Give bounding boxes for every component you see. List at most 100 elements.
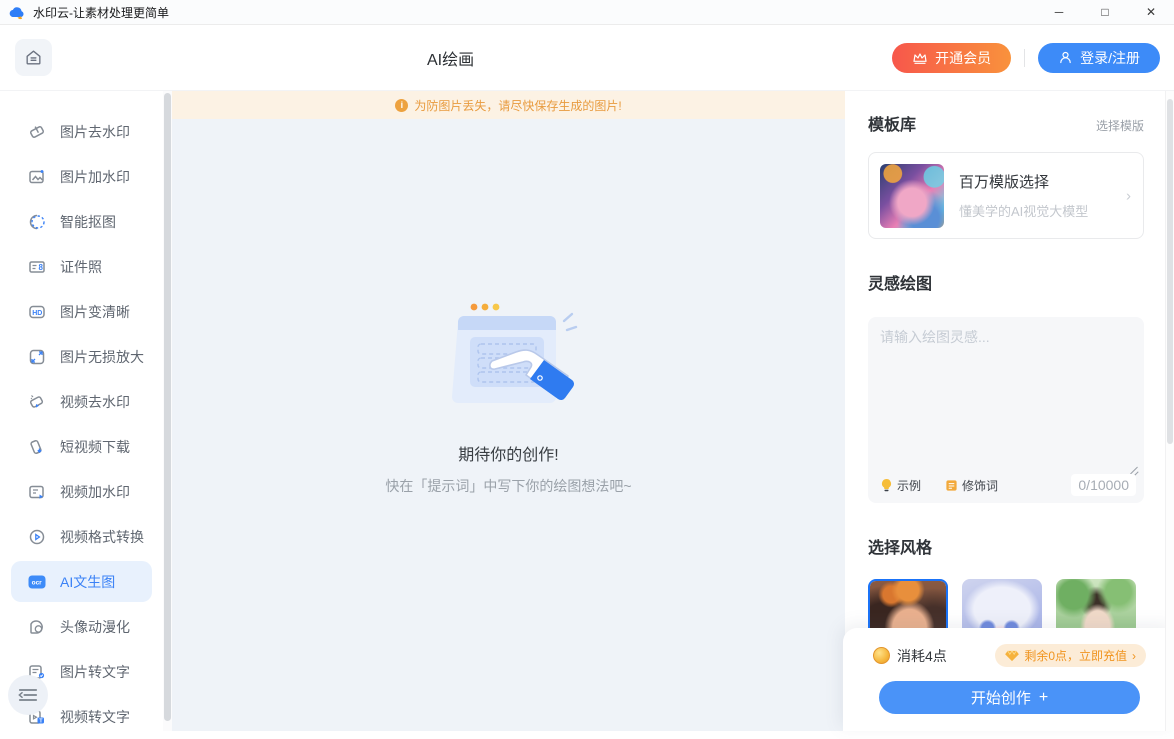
smart-cutout-icon [27,212,47,232]
sidebar-item-label: 视频加水印 [60,482,130,502]
sidebar-scrollbar-thumb[interactable] [164,93,171,721]
balance-text: 剩余0点，立即充值 [1024,647,1127,664]
sidebar-item-hd-enhance[interactable]: HD 图片变清晰 [0,289,163,334]
home-button[interactable] [15,39,52,76]
sidebar-item-id-photo[interactable]: 8 证件照 [0,244,163,289]
home-icon [24,48,43,67]
svg-text:ocr: ocr [32,579,43,586]
sidebar-item-ai-text-to-image[interactable]: ocr AI文生图 [11,561,152,602]
prompt-input[interactable] [880,327,1132,467]
diamond-icon [1005,650,1019,662]
window-title: 水印云-让素材处理更简单 [33,4,169,21]
sidebar-item-smart-cutout[interactable]: 智能抠图 [0,199,163,244]
info-icon: i [395,99,408,112]
title-bar: 水印云-让素材处理更简单 ─ □ ✕ [0,0,1174,25]
svg-text:HD: HD [32,310,42,317]
maximize-button[interactable]: □ [1082,0,1128,25]
panel-scrollbar-thumb[interactable] [1167,99,1173,444]
sidebar-item-label: 短视频下载 [60,437,130,457]
sidebar-item-label: 智能抠图 [60,212,116,232]
modifier-label: 修饰词 [962,477,998,494]
coin-icon [873,647,890,664]
create-button-label: 开始创作 [971,687,1031,708]
modifier-button[interactable]: 修饰词 [945,477,998,494]
hd-enhance-icon: HD [27,302,47,322]
crown-icon [912,51,928,65]
empty-state-subtitle: 快在「提示词」中写下你的绘图想法吧~ [385,476,631,496]
vip-button-label: 开通会员 [935,48,991,68]
sidebar: 图片去水印 图片加水印 智能抠图 8 证件照 HD 图片变清晰 [0,91,163,731]
sidebar-item-label: 图片转文字 [60,662,130,682]
char-counter: 0/10000 [1071,474,1136,496]
prompt-input-box: 示例 修饰词 0/10000 [868,317,1144,503]
user-icon [1058,50,1073,65]
sidebar-item-label: 图片去水印 [60,122,130,142]
empty-state: 期待你的创作! 快在「提示词」中写下你的绘图想法吧~ [172,119,845,731]
image-remove-watermark-icon [27,122,47,142]
header-divider [1024,49,1025,67]
empty-illustration [434,299,584,421]
image-add-watermark-icon [27,167,47,187]
generation-footer-card: 消耗4点 剩余0点，立即充值 › 开始创作 + [843,628,1174,731]
template-card[interactable]: 百万模版选择 懂美学的AI视觉大模型 › [868,152,1144,239]
close-button[interactable]: ✕ [1128,0,1174,25]
chevron-right-icon: › [1132,649,1136,663]
chevron-right-icon: › [1126,187,1131,204]
lossless-enlarge-icon [27,347,47,367]
sidebar-item-image-remove-watermark[interactable]: 图片去水印 [0,109,163,154]
avatar-anime-icon [27,617,47,637]
sidebar-item-video-convert[interactable]: 视频格式转换 [0,514,163,559]
sidebar-item-label: 证件照 [60,257,102,277]
recharge-pill[interactable]: 剩余0点，立即充值 › [995,644,1146,667]
cost-label: 消耗4点 [897,646,947,666]
create-button[interactable]: 开始创作 + [879,681,1140,714]
video-remove-watermark-icon [27,392,47,412]
sidebar-item-video-add-watermark[interactable]: 视频加水印 [0,469,163,514]
template-card-title: 百万模版选择 [959,171,1088,192]
notice-text: 为防图片丢失，请尽快保存生成的图片! [414,97,621,114]
plus-icon: + [1039,689,1048,707]
template-thumbnail [880,164,944,228]
choose-template-link[interactable]: 选择模版 [1096,117,1144,134]
panel-scrollbar[interactable] [1165,91,1174,731]
sidebar-item-label: 视频格式转换 [60,527,144,547]
id-photo-icon: 8 [27,257,47,277]
svg-text:8: 8 [39,263,44,272]
empty-state-title: 期待你的创作! [458,441,558,465]
video-convert-icon [27,527,47,547]
lightbulb-icon [880,478,893,492]
sidebar-item-label: 图片变清晰 [60,302,130,322]
ai-text-to-image-icon: ocr [27,572,47,592]
sidebar-item-label: 图片加水印 [60,167,130,187]
main-canvas-area: i 为防图片丢失，请尽快保存生成的图片! [172,91,845,731]
sidebar-item-image-add-watermark[interactable]: 图片加水印 [0,154,163,199]
video-add-watermark-icon [27,482,47,502]
login-button[interactable]: 登录/注册 [1038,43,1160,73]
vip-button[interactable]: 开通会员 [892,43,1011,73]
example-button[interactable]: 示例 [880,477,921,494]
sidebar-collapse-button[interactable] [8,675,48,715]
sidebar-item-label: 视频转文字 [60,707,130,727]
sidebar-item-lossless-enlarge[interactable]: 图片无损放大 [0,334,163,379]
app-logo-cloud-icon [8,4,26,20]
collapse-menu-icon [18,687,38,703]
page-title: AI绘画 [427,46,474,70]
template-card-subtitle: 懂美学的AI视觉大模型 [959,201,1088,220]
minimize-button[interactable]: ─ [1036,0,1082,25]
sidebar-item-label: 头像动漫化 [60,617,130,637]
sidebar-item-avatar-anime[interactable]: 头像动漫化 [0,604,163,649]
modifier-note-icon [945,479,958,492]
header: AI绘画 开通会员 登录/注册 [0,25,1174,91]
sidebar-item-video-remove-watermark[interactable]: 视频去水印 [0,379,163,424]
login-button-label: 登录/注册 [1080,48,1140,68]
style-section-title: 选择风格 [868,534,932,558]
sidebar-item-label: AI文生图 [60,572,115,592]
example-label: 示例 [897,477,921,494]
template-library-title: 模板库 [868,111,916,135]
short-video-download-icon [27,437,47,457]
inspiration-title: 灵感绘图 [868,270,932,294]
sidebar-item-label: 图片无损放大 [60,347,144,367]
sidebar-item-short-video-download[interactable]: 短视频下载 [0,424,163,469]
notice-banner: i 为防图片丢失，请尽快保存生成的图片! [172,91,845,119]
sidebar-scrollbar[interactable] [163,91,172,731]
